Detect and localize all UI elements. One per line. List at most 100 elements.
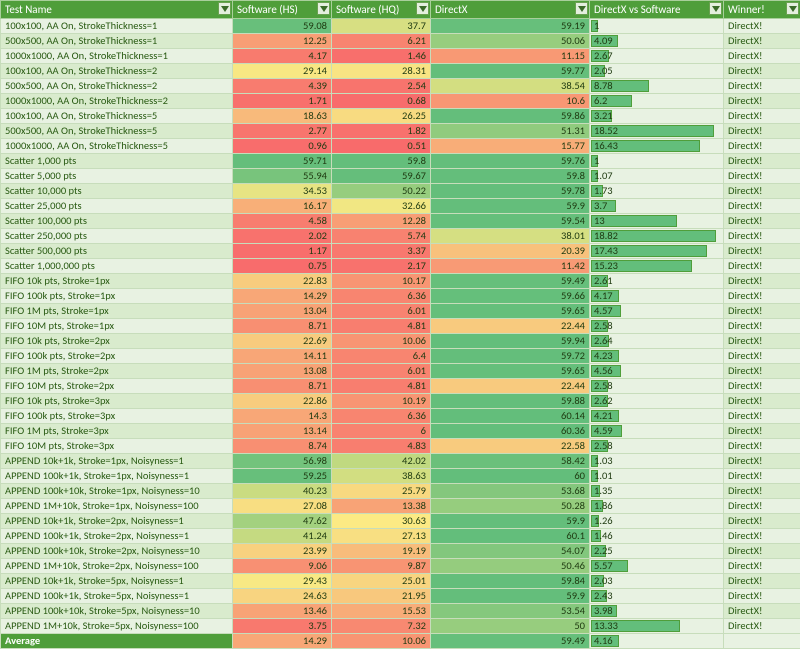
- data-cell: 2.61: [590, 274, 724, 289]
- data-cell: 59.77: [431, 64, 590, 79]
- table-row: APPEND 100k+1k, Stroke=5px, Noisyness=12…: [1, 589, 800, 604]
- winner-cell: DirectX!: [724, 394, 800, 409]
- winner-cell: DirectX!: [724, 559, 800, 574]
- table-row: FIFO 1M pts, Stroke=3px13.14660.364.59Di…: [1, 424, 800, 439]
- table-row: Scatter 250,000 pts2.025.7438.0118.82Dir…: [1, 229, 800, 244]
- data-cell: 3.98: [590, 604, 724, 619]
- data-cell: 13.04: [233, 304, 332, 319]
- winner-cell: DirectX!: [724, 49, 800, 64]
- test-name-cell: APPEND 100k+1k, Stroke=1px, Noisyness=1: [1, 469, 233, 484]
- data-cell: 59.71: [233, 154, 332, 169]
- data-cell: 2.54: [332, 79, 431, 94]
- results-table: Test Name Software (HS) Software (HQ) Di…: [0, 0, 800, 649]
- winner-cell: DirectX!: [724, 19, 800, 34]
- data-cell: 0.96: [233, 139, 332, 154]
- test-name-cell: 100x100, AA On, StrokeThickness=1: [1, 19, 233, 34]
- winner-cell: DirectX!: [724, 379, 800, 394]
- data-cell: 59.8: [332, 154, 431, 169]
- filter-dropdown-icon[interactable]: [709, 2, 722, 15]
- winner-cell: DirectX!: [724, 184, 800, 199]
- data-cell: 3.21: [590, 109, 724, 124]
- data-cell: 15.53: [332, 604, 431, 619]
- table-row: APPEND 100k+10k, Stroke=5px, Noisyness=1…: [1, 604, 800, 619]
- data-cell: 6.2: [590, 94, 724, 109]
- table-row: APPEND 10k+1k, Stroke=1px, Noisyness=156…: [1, 454, 800, 469]
- data-cell: 2.43: [590, 589, 724, 604]
- test-name-cell: FIFO 100k pts, Stroke=1px: [1, 289, 233, 304]
- data-cell: 4.09: [590, 34, 724, 49]
- data-cell: 20.39: [431, 244, 590, 259]
- test-name-cell: FIFO 1M pts, Stroke=3px: [1, 424, 233, 439]
- data-cell: 13.38: [332, 499, 431, 514]
- data-cell: 53.68: [431, 484, 590, 499]
- data-cell: 1.01: [590, 469, 724, 484]
- data-cell: 2.64: [590, 334, 724, 349]
- col-directx[interactable]: DirectX: [431, 1, 590, 19]
- data-cell: 59.9: [431, 589, 590, 604]
- data-cell: 8.78: [590, 79, 724, 94]
- filter-dropdown-icon[interactable]: [218, 2, 231, 15]
- test-name-cell: FIFO 10M pts, Stroke=3px: [1, 439, 233, 454]
- data-cell: 5.74: [332, 229, 431, 244]
- data-cell: 23.99: [233, 544, 332, 559]
- test-name-cell: APPEND 10k+1k, Stroke=2px, Noisyness=1: [1, 514, 233, 529]
- data-cell: 5.57: [590, 559, 724, 574]
- winner-cell: DirectX!: [724, 544, 800, 559]
- data-cell: 27.13: [332, 529, 431, 544]
- filter-dropdown-icon[interactable]: [575, 2, 588, 15]
- data-cell: 1.17: [233, 244, 332, 259]
- data-cell: 22.69: [233, 334, 332, 349]
- winner-cell: DirectX!: [724, 124, 800, 139]
- data-cell: 15.77: [431, 139, 590, 154]
- filter-dropdown-icon[interactable]: [317, 2, 330, 15]
- table-row: 500x500, AA On, StrokeThickness=24.392.5…: [1, 79, 800, 94]
- col-test-name[interactable]: Test Name: [1, 1, 233, 19]
- data-cell: 10.17: [332, 274, 431, 289]
- winner-cell: DirectX!: [724, 514, 800, 529]
- summary-label: Average: [1, 634, 233, 649]
- data-cell: 59.9: [431, 514, 590, 529]
- winner-cell: DirectX!: [724, 199, 800, 214]
- winner-cell: DirectX!: [724, 274, 800, 289]
- winner-cell: DirectX!: [724, 259, 800, 274]
- col-software-hs[interactable]: Software (HS): [233, 1, 332, 19]
- col-ratio[interactable]: DirectX vs Software: [590, 1, 724, 19]
- data-cell: 59.9: [431, 199, 590, 214]
- data-cell: 59.8: [431, 169, 590, 184]
- winner-cell: DirectX!: [724, 484, 800, 499]
- data-cell: 60.14: [431, 409, 590, 424]
- data-cell: 1.35: [590, 484, 724, 499]
- data-cell: 37.7: [332, 19, 431, 34]
- table-row: APPEND 10k+1k, Stroke=2px, Noisyness=147…: [1, 514, 800, 529]
- data-cell: 13: [590, 214, 724, 229]
- table-row: FIFO 1M pts, Stroke=1px13.046.0159.654.5…: [1, 304, 800, 319]
- data-cell: 32.66: [332, 199, 431, 214]
- data-cell: 2.77: [233, 124, 332, 139]
- table-row: APPEND 1M+10k, Stroke=2px, Noisyness=100…: [1, 559, 800, 574]
- winner-cell: DirectX!: [724, 469, 800, 484]
- col-winner[interactable]: Winner!: [724, 1, 800, 19]
- filter-dropdown-icon[interactable]: [416, 2, 429, 15]
- data-cell: 3.37: [332, 244, 431, 259]
- data-cell: 1: [590, 19, 724, 34]
- table-row: FIFO 10k pts, Stroke=2px22.6910.0659.942…: [1, 334, 800, 349]
- winner-cell: DirectX!: [724, 349, 800, 364]
- winner-cell: DirectX!: [724, 439, 800, 454]
- col-software-hq[interactable]: Software (HQ): [332, 1, 431, 19]
- data-cell: 4.17: [590, 289, 724, 304]
- test-name-cell: Scatter 1,000,000 pts: [1, 259, 233, 274]
- data-cell: 42.02: [332, 454, 431, 469]
- data-cell: 10.19: [332, 394, 431, 409]
- data-cell: 1.82: [332, 124, 431, 139]
- data-cell: 0.51: [332, 139, 431, 154]
- winner-cell: DirectX!: [724, 64, 800, 79]
- table-row: FIFO 10M pts, Stroke=2px8.714.8122.442.5…: [1, 379, 800, 394]
- data-cell: 59.94: [431, 334, 590, 349]
- data-cell: 41.24: [233, 529, 332, 544]
- filter-dropdown-icon[interactable]: [786, 2, 799, 15]
- data-cell: 4.81: [332, 379, 431, 394]
- winner-cell: DirectX!: [724, 169, 800, 184]
- data-cell: 15.23: [590, 259, 724, 274]
- winner-cell: DirectX!: [724, 364, 800, 379]
- data-cell: 59.54: [431, 214, 590, 229]
